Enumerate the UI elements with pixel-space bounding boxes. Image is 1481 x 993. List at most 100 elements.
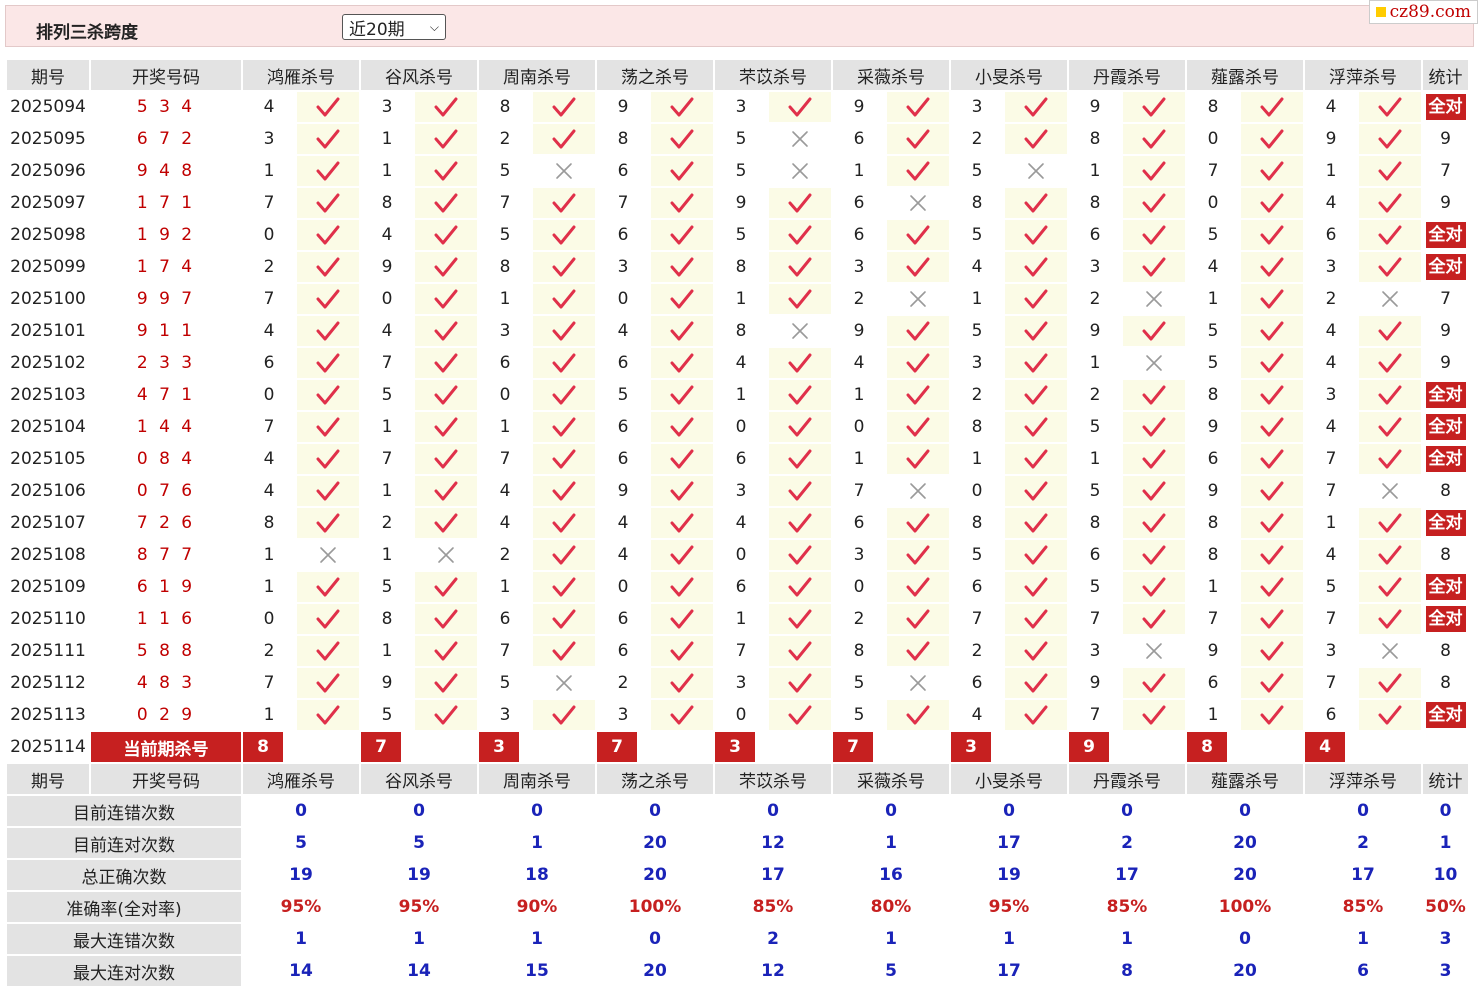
- kill-number-cell: 3: [597, 700, 649, 730]
- table-row: 2025109 6 1 9 1 5 1 0 6 0 6 5 1 5 全对: [7, 572, 1468, 602]
- stats-value: 80%: [833, 892, 949, 922]
- header-expert[interactable]: 薤露杀号: [1187, 764, 1303, 794]
- check-icon: [1241, 444, 1303, 474]
- header-expert[interactable]: 鸿雁杀号: [243, 764, 359, 794]
- header-expert[interactable]: 浮萍杀号: [1305, 60, 1421, 90]
- check-icon: [297, 636, 359, 666]
- kill-number-cell: 0: [243, 380, 295, 410]
- kill-number-cell: 3: [951, 92, 1003, 122]
- kill-number-cell: 8: [1187, 508, 1239, 538]
- header-expert[interactable]: 周南杀号: [479, 60, 595, 90]
- header-expert[interactable]: 小旻杀号: [951, 60, 1067, 90]
- check-icon: [533, 412, 595, 442]
- header-expert[interactable]: 荡之杀号: [597, 764, 713, 794]
- kill-number-cell: 7: [1305, 444, 1357, 474]
- stat-cell: 7: [1423, 156, 1468, 186]
- cross-icon: [887, 284, 949, 314]
- all-correct-badge: 全对: [1425, 606, 1466, 632]
- stat-cell: 全对: [1423, 572, 1468, 602]
- header-expert[interactable]: 荡之杀号: [597, 60, 713, 90]
- kill-number-cell: 5: [951, 540, 1003, 570]
- check-icon: [1123, 540, 1185, 570]
- kill-number-cell: 2: [951, 380, 1003, 410]
- header-expert[interactable]: 浮萍杀号: [1305, 764, 1421, 794]
- check-icon: [769, 412, 831, 442]
- header-expert[interactable]: 谷风杀号: [361, 764, 477, 794]
- kill-number-cell: 6: [597, 604, 649, 634]
- stats-value: 0: [243, 796, 359, 826]
- check-icon: [887, 316, 949, 346]
- table-row: 2025105 0 8 4 4 7 7 6 6 1 1 1 6 7 全对: [7, 444, 1468, 474]
- stats-value: 90%: [479, 892, 595, 922]
- header-expert[interactable]: 小旻杀号: [951, 764, 1067, 794]
- check-icon: [651, 252, 713, 282]
- issue-cell: 2025102: [7, 348, 89, 378]
- table-row: 2025097 1 7 178779688049: [7, 188, 1468, 218]
- check-icon: [769, 380, 831, 410]
- check-icon: [1241, 572, 1303, 602]
- header-expert[interactable]: 丹霞杀号: [1069, 764, 1185, 794]
- check-icon: [769, 476, 831, 506]
- header-expert[interactable]: 丹霞杀号: [1069, 60, 1185, 90]
- header-expert[interactable]: 芣苡杀号: [715, 60, 831, 90]
- stats-total: 3: [1423, 924, 1468, 954]
- stats-value: 15: [479, 956, 595, 986]
- kill-number-cell: 3: [1305, 380, 1357, 410]
- kill-number-cell: 1: [479, 284, 531, 314]
- header-expert[interactable]: 采薇杀号: [833, 60, 949, 90]
- current-kill-cell: 7: [361, 732, 477, 762]
- draw-number-cell: 5 3 4: [91, 92, 241, 122]
- correct-count: 8: [1440, 545, 1451, 565]
- kill-number-cell: 8: [1069, 508, 1121, 538]
- check-icon: [415, 92, 477, 122]
- kill-number-cell: 2: [951, 636, 1003, 666]
- stats-row: 目前连错次数 0 0 0 0 0 0 0 0 0 0 0: [7, 796, 1468, 826]
- issue-cell: 2025104: [7, 412, 89, 442]
- stat-cell: 8: [1423, 636, 1468, 666]
- header-expert[interactable]: 薤露杀号: [1187, 60, 1303, 90]
- kill-number-cell: 6: [597, 220, 649, 250]
- kill-number-cell: 7: [1305, 604, 1357, 634]
- current-kill-cell: 7: [597, 732, 713, 762]
- header-expert[interactable]: 周南杀号: [479, 764, 595, 794]
- table-row: 2025106 0 7 641493705978: [7, 476, 1468, 506]
- period-select[interactable]: 近20期 ⌵: [342, 14, 446, 40]
- header-expert[interactable]: 采薇杀号: [833, 764, 949, 794]
- stats-value: 6: [1305, 956, 1421, 986]
- header-expert[interactable]: 芣苡杀号: [715, 764, 831, 794]
- check-icon: [651, 188, 713, 218]
- table-row: 2025111 5 8 821767823938: [7, 636, 1468, 666]
- check-icon: [297, 284, 359, 314]
- stats-value: 0: [833, 796, 949, 826]
- current-kill-cell: 7: [833, 732, 949, 762]
- check-icon: [1359, 316, 1421, 346]
- kill-number-cell: 4: [597, 316, 649, 346]
- correct-count: 8: [1440, 673, 1451, 693]
- header-stat: 统计: [1423, 764, 1468, 794]
- draw-number-cell: 0 7 6: [91, 476, 241, 506]
- check-icon: [769, 508, 831, 538]
- check-icon: [1359, 348, 1421, 378]
- kill-number-cell: 8: [243, 508, 295, 538]
- stats-value: 2: [715, 924, 831, 954]
- check-icon: [415, 348, 477, 378]
- stats-value: 1: [479, 924, 595, 954]
- stats-value: 0: [597, 796, 713, 826]
- check-icon: [415, 412, 477, 442]
- check-icon: [415, 284, 477, 314]
- header-expert[interactable]: 鸿雁杀号: [243, 60, 359, 90]
- site-logo[interactable]: cz89.com: [1368, 0, 1478, 24]
- check-icon: [887, 508, 949, 538]
- check-icon: [887, 156, 949, 186]
- all-correct-badge: 全对: [1425, 382, 1466, 408]
- header-expert[interactable]: 谷风杀号: [361, 60, 477, 90]
- kill-number-cell: 1: [833, 380, 885, 410]
- table-row: 2025100 9 9 770101212127: [7, 284, 1468, 314]
- stats-value: 20: [1187, 956, 1303, 986]
- kill-number-cell: 7: [1069, 700, 1121, 730]
- kill-number-cell: 4: [1187, 252, 1239, 282]
- issue-cell: 2025094: [7, 92, 89, 122]
- check-icon: [533, 700, 595, 730]
- kill-number-cell: 6: [597, 156, 649, 186]
- table-row: 2025110 1 1 6 0 8 6 6 1 2 7 7 7 7 全对: [7, 604, 1468, 634]
